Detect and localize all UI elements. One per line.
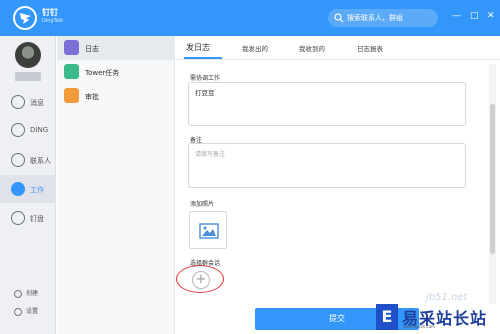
app-name: 钉钉 [42,8,58,17]
search-icon [334,13,344,23]
tab-sent[interactable]: 我发出的 [242,43,268,53]
tab-received[interactable]: 我收到的 [299,43,325,53]
minimize-button[interactable]: — [452,12,461,21]
notes-textarea[interactable]: 请填写备注 [188,143,466,188]
title-bar: 钉钉 DingTalk 搜索联系人，群组 — □ ✕ [0,0,500,36]
ding-icon [11,123,25,137]
app-item-journal[interactable]: 日志 [57,36,175,60]
cloud-drive-icon [11,211,25,225]
watermark-en: www.easck.com [403,324,436,329]
rail-item-messages[interactable]: 消息 [0,88,56,116]
scrollbar[interactable] [489,64,496,304]
work-icon [11,182,25,196]
approval-icon [64,88,79,103]
rail-item-label: 钉盘 [30,215,44,223]
left-nav-rail: 消息 DING 联系人 工作 钉盘 创建 设置 [0,36,56,334]
search-placeholder: 搜索联系人，群组 [347,14,403,22]
app-item-tower[interactable]: Tower任务 [57,60,175,84]
app-item-approval[interactable]: 审批 [57,84,175,108]
watermark-site: jb51.net [426,292,468,303]
app-subname: DingTalk [42,18,64,24]
rail-item-work[interactable]: 工作 [0,175,56,203]
message-icon [11,95,25,109]
watermark-logo-icon: E [376,304,398,330]
app-item-label: 日志 [85,45,99,53]
create-label: 创建 [26,290,39,297]
coordination-textarea[interactable]: 打豆豆 [188,82,466,126]
image-icon [199,223,219,239]
close-button[interactable]: ✕ [487,12,495,21]
tab-journal-report[interactable]: 日志报表 [357,43,383,53]
tab-write-journal[interactable]: 发日志 [186,42,210,53]
rail-item-label: 消息 [30,99,44,107]
avatar[interactable] [15,42,41,68]
add-group-button[interactable]: + [192,271,210,289]
contacts-icon [11,153,25,167]
rail-item-label: DING [30,126,49,134]
add-circle-icon [14,289,22,298]
create-button[interactable]: 创建 [14,288,38,298]
watermark: jb51.net E 易采站长站 www.easck.com [370,292,500,334]
notes-placeholder: 请填写备注 [195,151,226,158]
journal-icon [64,40,79,55]
scrollbar-thumb[interactable] [490,104,495,254]
checkmark-icon [64,64,79,79]
gear-icon [14,307,22,316]
rail-item-label: 工作 [30,186,44,194]
rail-item-contacts[interactable]: 联系人 [0,146,56,174]
search-input[interactable]: 搜索联系人，群组 [328,9,438,27]
coordination-label: 需协调工作 [190,75,221,82]
app-item-label: Tower任务 [85,69,120,77]
maximize-button[interactable]: □ [470,12,479,21]
settings-label: 设置 [26,308,39,315]
journal-form-panel: 发日志 我发出的 我收到的 日志报表 需协调工作 打豆豆 备注 请填写备注 添加… [176,36,500,334]
coordination-value: 打豆豆 [195,89,215,97]
app-brand: 钉钉 DingTalk [42,8,63,25]
active-tab-indicator [184,57,222,59]
app-item-label: 审批 [85,93,99,101]
work-apps-panel: 日志 Tower任务 审批 [57,36,175,334]
tab-bar: 发日志 我发出的 我收到的 日志报表 [176,36,500,60]
settings-button[interactable]: 设置 [14,306,38,316]
dingtalk-logo-icon [13,6,37,30]
photo-label: 添加照片 [190,201,215,208]
rail-item-ding[interactable]: DING [0,116,56,144]
rail-item-cloud-drive[interactable]: 钉盘 [0,204,56,232]
add-photo-button[interactable] [189,211,227,249]
user-name-redacted [15,72,41,81]
rail-item-label: 联系人 [30,157,51,165]
